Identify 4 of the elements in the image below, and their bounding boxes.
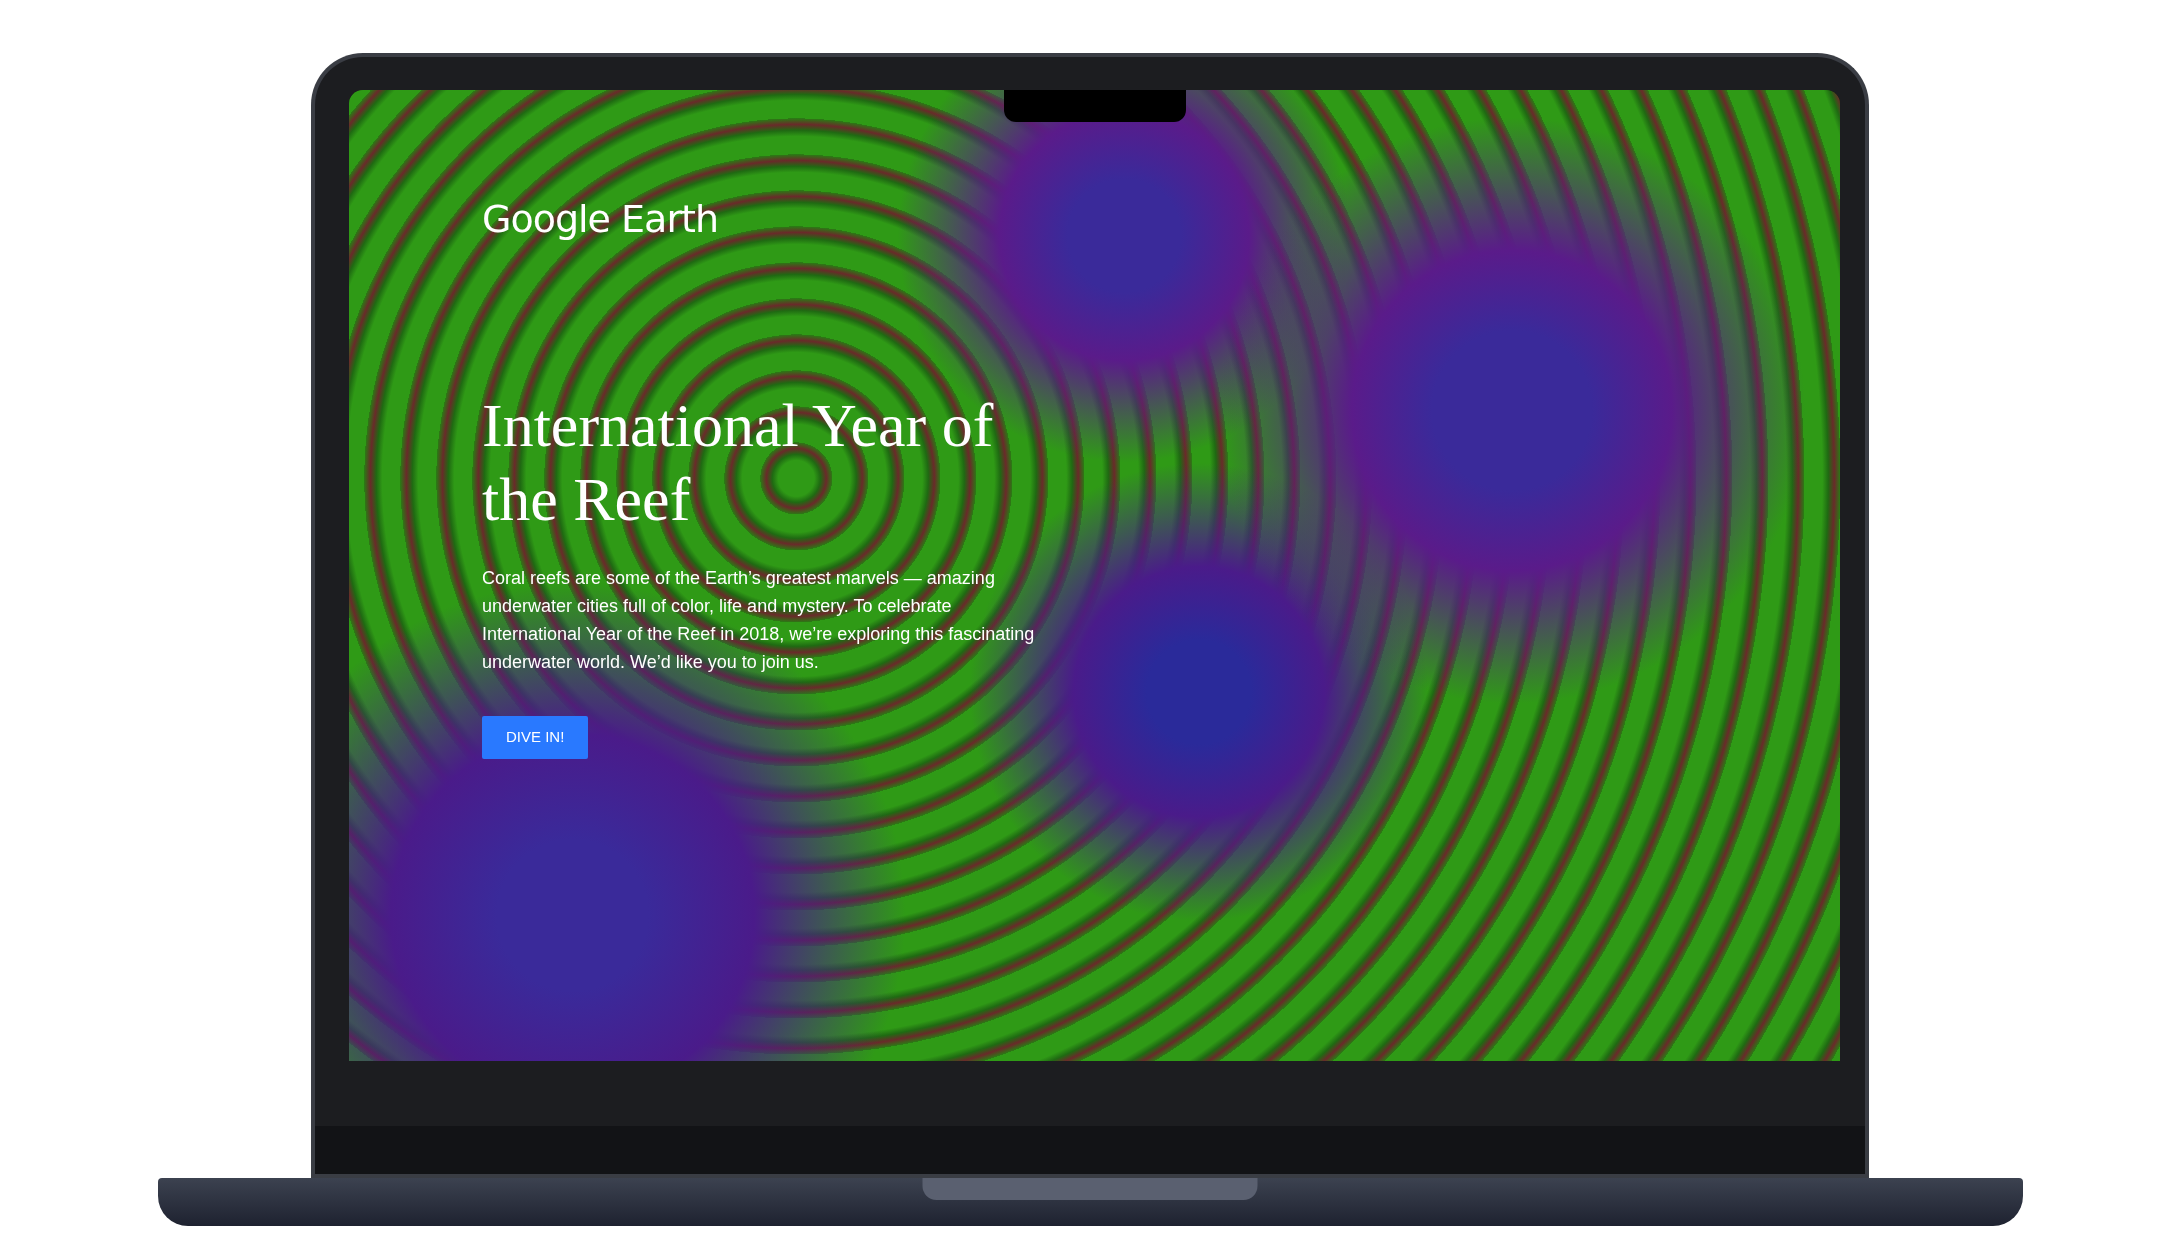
logo-wordmark[interactable]: Google Earth — [482, 200, 718, 238]
hero-title: International Year of the Reef — [482, 390, 995, 535]
dive-in-button[interactable]: DIVE IN! — [482, 716, 589, 759]
hero-paragraph: Coral reefs are some of the Earth’s greatest marvels — amazing underwater cities full of color, life and mystery. To celebrate International Year of the Reef in 2018, we’re exploring this fascinating underwater world. We’d like you to join us. — [482, 567, 1036, 674]
